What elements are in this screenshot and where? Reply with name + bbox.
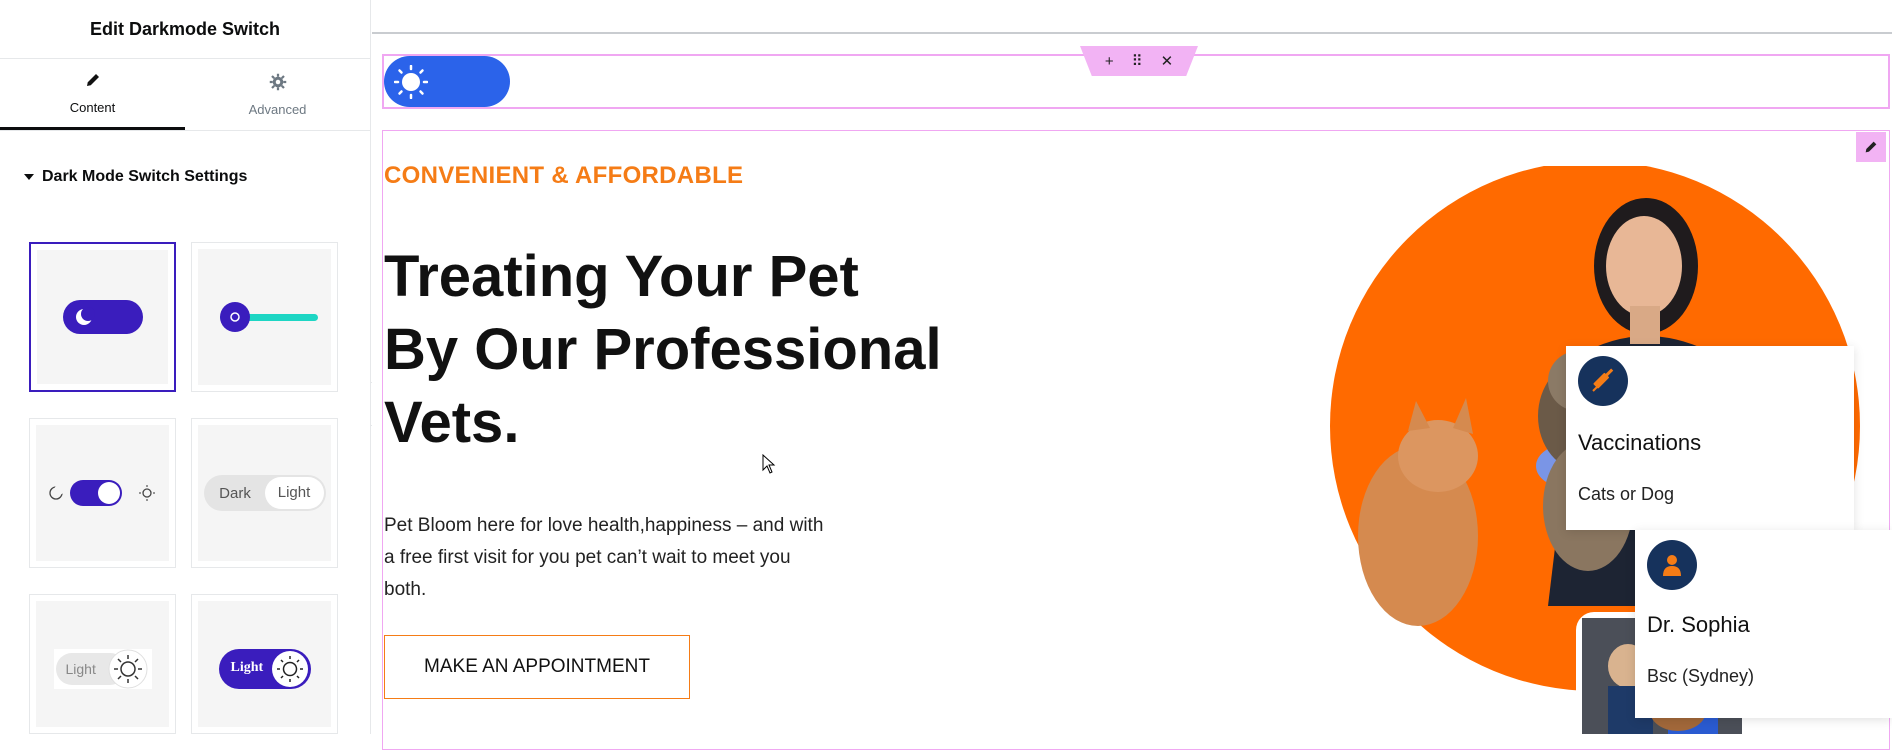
preset-style-3[interactable] — [29, 418, 176, 568]
preset-style-6[interactable]: Light — [191, 594, 338, 734]
tab-advanced-label: Advanced — [248, 101, 307, 117]
tab-content[interactable]: Content — [0, 59, 185, 130]
pencil-icon — [84, 71, 102, 92]
card-subtitle: Cats or Dog — [1578, 484, 1675, 504]
section-toolbar: + ⠿ ✕ — [1080, 46, 1198, 76]
dark-label: Dark — [219, 484, 251, 502]
hero-paragraph: Pet Bloom here for love health,happiness… — [384, 515, 824, 600]
doctor-card: Dr. Sophia Bsc (Sydney) — [1635, 530, 1892, 718]
sun-icon — [108, 649, 147, 689]
preset-style-5[interactable]: Light — [29, 594, 176, 734]
editor-panel: Edit Darkmode Switch Content Advanced Da… — [0, 0, 371, 734]
purple-light-switch: Light — [218, 649, 311, 689]
doctor-icon — [1647, 540, 1697, 590]
drag-handle-icon[interactable]: ⠿ — [1132, 52, 1143, 70]
hero-headline: Treating Your Pet By Our Professional Ve… — [384, 240, 944, 459]
sun-icon — [394, 65, 428, 99]
section-toggle[interactable]: Dark Mode Switch Settings — [24, 168, 247, 186]
moon-pill-switch — [62, 300, 143, 334]
edit-widget-button[interactable] — [1856, 132, 1886, 162]
segmented-switch: Dark Light — [203, 475, 326, 511]
headline-line-1: Treating Your Pet — [384, 244, 859, 309]
card-subtitle: Bsc (Sydney) — [1647, 666, 1755, 686]
close-section-icon[interactable]: ✕ — [1161, 52, 1174, 70]
sun-icon — [271, 651, 308, 687]
tab-content-label: Content — [69, 100, 116, 115]
darkmode-switch[interactable] — [384, 56, 510, 107]
light-sun-switch: Light — [53, 649, 152, 689]
card-title: Vaccinations — [1578, 430, 1702, 455]
light-label: Light — [264, 477, 324, 509]
caret-down-icon — [24, 174, 34, 180]
preset-style-4[interactable]: Dark Light — [191, 418, 338, 568]
card-title: Dr. Sophia — [1647, 612, 1750, 637]
panel-title: Edit Darkmode Switch — [0, 0, 370, 59]
icon-toggle-switch — [48, 480, 155, 506]
preview-canvas: + ⠿ ✕ CONVENIENT & AFFORDABLE Treating Y… — [372, 0, 1892, 750]
panel-tabs: Content Advanced — [0, 59, 370, 131]
slider-switch — [219, 302, 318, 332]
vaccinations-card: Vaccinations Cats or Dog — [1566, 346, 1854, 530]
syringe-icon — [1578, 356, 1628, 406]
preset-style-2[interactable] — [191, 242, 338, 392]
headline-line-3: Vets. — [384, 390, 520, 455]
light-label: Light — [230, 660, 264, 675]
section-title: Dark Mode Switch Settings — [42, 168, 248, 185]
gear-icon — [269, 73, 287, 94]
add-section-icon[interactable]: + — [1105, 53, 1114, 70]
headline-line-2: By Our Professional — [384, 317, 942, 382]
divider — [372, 32, 1892, 34]
hero-eyebrow: CONVENIENT & AFFORDABLE — [384, 162, 744, 189]
pencil-icon — [1865, 141, 1877, 153]
tab-advanced[interactable]: Advanced — [185, 59, 370, 130]
mouse-cursor-icon — [762, 454, 776, 474]
preset-style-1[interactable] — [29, 242, 176, 392]
make-appointment-button[interactable]: MAKE AN APPOINTMENT — [384, 635, 690, 699]
